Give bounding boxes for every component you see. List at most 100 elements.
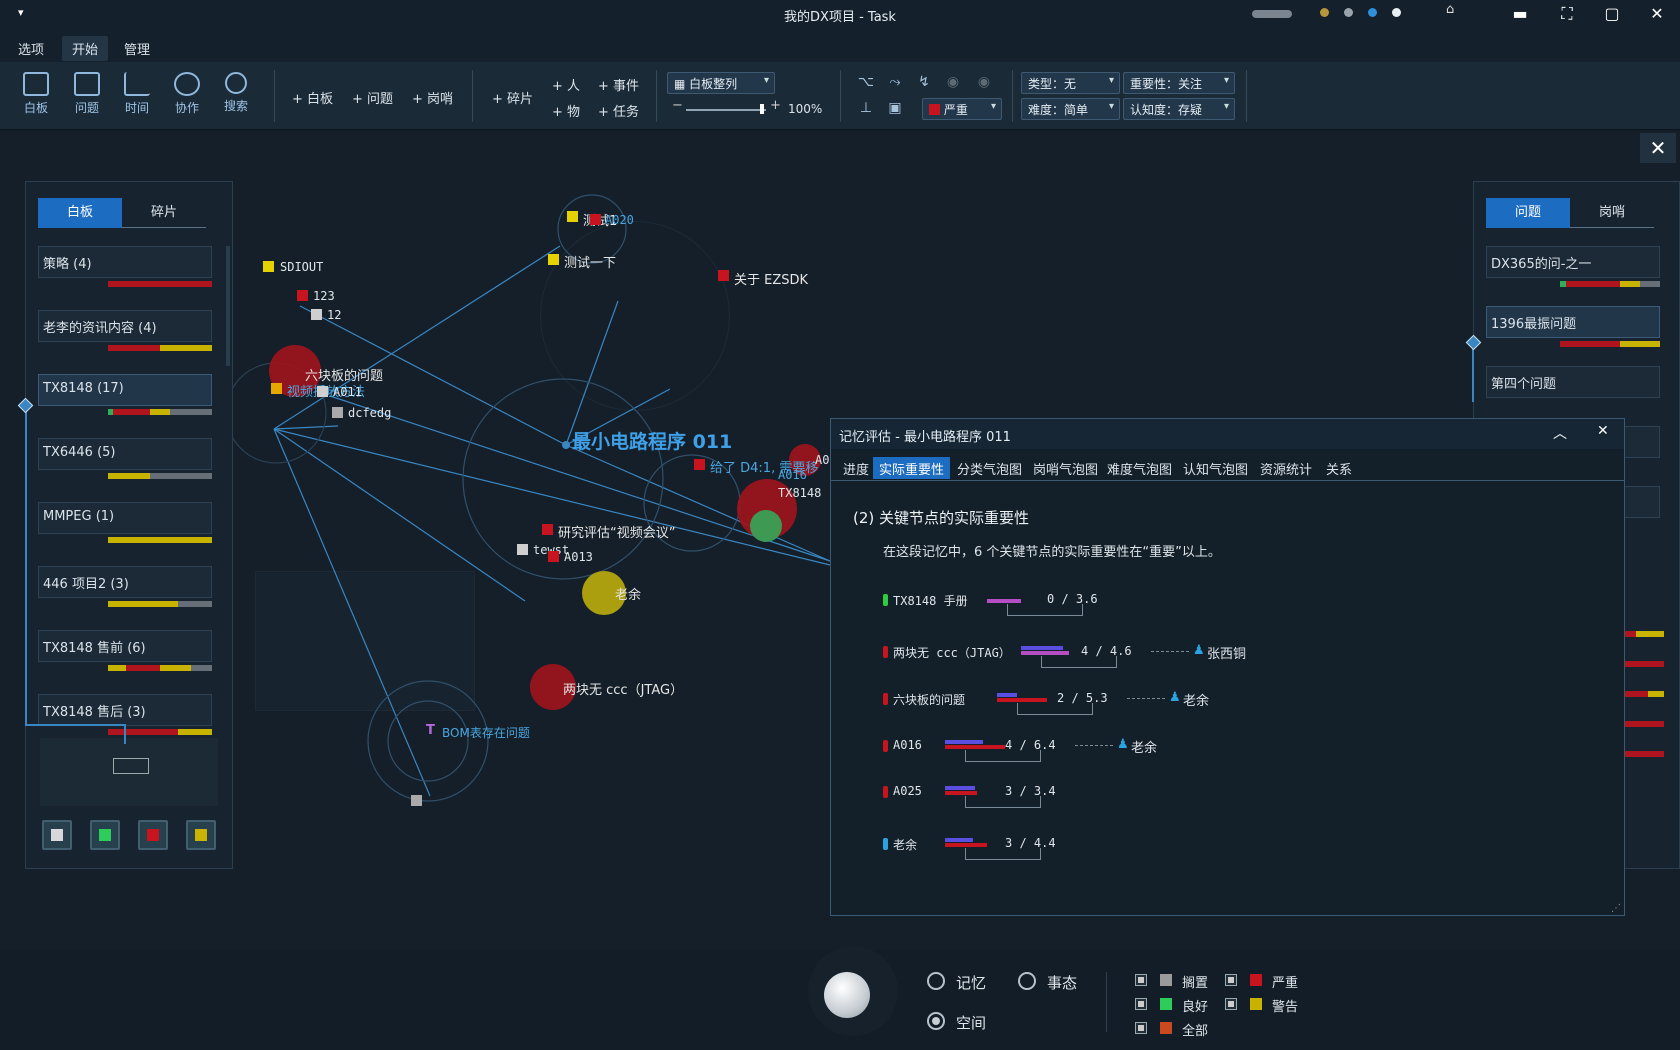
frame-icon[interactable]: ▣ (886, 100, 904, 118)
severity-dropdown[interactable]: 严重 (922, 98, 1002, 120)
board-item[interactable]: TX8148 售后 (3) (38, 694, 212, 726)
node-label[interactable]: SDIOUT (280, 260, 323, 274)
whiteboard-canvas[interactable]: ✕ SDIOUT 123 12 A020 测试一下 关于 EZSDK 六块板的问… (0, 131, 1680, 951)
issue-item[interactable]: 第四个问题 (1486, 366, 1660, 398)
add-fragment-button[interactable]: + 碎片 (492, 88, 533, 107)
node-label[interactable]: BOM表存在问题 (442, 724, 530, 741)
center-node-title[interactable]: 最小电路程序 011 (572, 427, 732, 454)
node-label[interactable]: 研究评估“视频会议” (558, 522, 675, 541)
legend-checkbox[interactable] (1135, 1022, 1147, 1034)
node-label[interactable]: 测试一下 (564, 252, 616, 271)
node-bubble[interactable] (750, 510, 782, 542)
tab-fragment[interactable]: 碎片 (122, 198, 206, 228)
node-label[interactable]: A011 (333, 385, 362, 399)
radio-state[interactable] (1018, 972, 1036, 990)
tab-issues[interactable]: 问题 (1486, 198, 1570, 228)
node-label[interactable]: A016 (778, 468, 807, 482)
node-label[interactable]: dcfedg (348, 406, 391, 420)
menu-start[interactable]: 开始 (62, 36, 109, 61)
dialog-tab[interactable]: 进度 (837, 457, 875, 479)
pointer-tool-icon[interactable]: ⤳ (886, 74, 904, 92)
control-knob[interactable] (824, 972, 870, 1018)
node-label[interactable]: TX8148 (778, 486, 821, 500)
dialog-tab[interactable]: 关系 (1320, 457, 1358, 479)
minimize-icon[interactable]: ▬ (1505, 4, 1535, 23)
tab-sentry[interactable]: 岗哨 (1570, 198, 1654, 228)
minimap[interactable] (40, 738, 218, 806)
search-button[interactable]: 搜索 (214, 72, 258, 114)
node-label[interactable]: A013 (564, 550, 593, 564)
node-label[interactable]: A0 (815, 453, 829, 467)
connect-tool-icon[interactable]: ↯ (915, 74, 933, 92)
minimap-viewport[interactable] (113, 758, 149, 774)
add-person-button[interactable]: + 人 (552, 75, 580, 94)
add-object-button[interactable]: + 物 (552, 101, 580, 120)
owner-name[interactable]: 老余 (1131, 737, 1157, 756)
add-event-button[interactable]: + 事件 (598, 75, 639, 94)
board-item[interactable]: 老李的资讯内容 (4) (38, 310, 212, 342)
location2-icon[interactable]: ◉ (975, 74, 993, 92)
owner-name[interactable]: 老余 (1183, 690, 1209, 709)
lock-icon[interactable]: ⌂ (1446, 2, 1454, 17)
pin-icon[interactable]: ⊥ (857, 100, 875, 118)
board-item[interactable]: 446 项目2 (3) (38, 566, 212, 598)
filter-good-button[interactable] (90, 820, 120, 850)
tab-whiteboard[interactable]: 白板 (38, 198, 122, 228)
difficulty-dropdown[interactable]: 难度：简单 (1021, 98, 1120, 120)
fullscreen-icon[interactable]: ⛶ (1552, 4, 1582, 24)
filter-severe-button[interactable] (138, 820, 168, 850)
legend-checkbox[interactable] (1135, 998, 1147, 1010)
radio-space[interactable] (927, 1012, 945, 1030)
board-item[interactable]: MMPEG (1) (38, 502, 212, 534)
issue-item[interactable]: 1396最振问题 (1486, 306, 1660, 338)
radio-memory[interactable] (927, 972, 945, 990)
dialog-tab[interactable]: 分类气泡图 (951, 457, 1028, 479)
add-task-button[interactable]: + 任务 (598, 101, 639, 120)
close-dialog-icon[interactable]: ✕ (1597, 423, 1609, 439)
add-sentry-button[interactable]: + 岗哨 (412, 88, 453, 107)
menu-options[interactable]: 选项 (8, 36, 54, 61)
zoom-in-icon[interactable]: + (770, 98, 781, 113)
collapse-icon[interactable]: ︿ (1553, 423, 1567, 443)
filter-warning-button[interactable] (186, 820, 216, 850)
zoom-slider-handle[interactable] (760, 104, 764, 114)
dialog-tab[interactable]: 岗哨气泡图 (1027, 457, 1104, 479)
issue-button[interactable]: 问题 (65, 72, 109, 116)
node-label[interactable]: 12 (327, 308, 341, 322)
legend-checkbox[interactable] (1225, 974, 1237, 986)
node-label[interactable]: 123 (313, 289, 335, 303)
time-button[interactable]: 时间 (115, 72, 159, 116)
zoom-out-icon[interactable]: − (672, 98, 683, 113)
whiteboard-button[interactable]: 白板 (14, 72, 58, 116)
node-label[interactable]: 老余 (615, 584, 641, 603)
board-item[interactable]: TX8148 (17) (38, 374, 212, 406)
board-item[interactable]: 策略 (4) (38, 246, 212, 278)
board-item[interactable]: TX6446 (5) (38, 438, 212, 470)
node-label[interactable]: A020 (605, 213, 634, 227)
importance-dropdown[interactable]: 重要性：关注 (1123, 72, 1235, 94)
left-scrollbar[interactable] (226, 246, 230, 366)
maximize-icon[interactable]: ▢ (1597, 4, 1627, 23)
zoom-slider[interactable] (686, 109, 766, 111)
owner-name[interactable]: 张西铜 (1207, 643, 1246, 662)
resize-grip-icon[interactable]: ⋰ (1611, 903, 1621, 914)
cognition-dropdown[interactable]: 认知度：存疑 (1123, 98, 1235, 120)
add-issue-button[interactable]: + 问题 (352, 88, 393, 107)
add-whiteboard-button[interactable]: + 白板 (292, 88, 333, 107)
location-icon[interactable]: ◉ (944, 74, 962, 92)
arrange-dropdown[interactable]: ▦ 白板整列 (667, 72, 775, 94)
collab-button[interactable]: 协作 (165, 72, 209, 116)
dialog-tab[interactable]: 难度气泡图 (1101, 457, 1178, 479)
board-item[interactable]: TX8148 售前 (6) (38, 630, 212, 662)
filter-shelved-button[interactable] (42, 820, 72, 850)
type-dropdown[interactable]: 类型：无 (1021, 72, 1120, 94)
menu-manage[interactable]: 管理 (114, 36, 160, 61)
link-tool-icon[interactable]: ⌥ (857, 74, 875, 92)
legend-checkbox[interactable] (1225, 998, 1237, 1010)
close-window-icon[interactable]: ✕ (1642, 4, 1672, 23)
dialog-tab[interactable]: 认知气泡图 (1177, 457, 1254, 479)
dialog-tab[interactable]: 实际重要性 (873, 457, 951, 479)
legend-checkbox[interactable] (1135, 974, 1147, 986)
dialog-tab[interactable]: 资源统计 (1254, 457, 1318, 479)
issue-item[interactable]: DX365的问-之一 (1486, 246, 1660, 278)
